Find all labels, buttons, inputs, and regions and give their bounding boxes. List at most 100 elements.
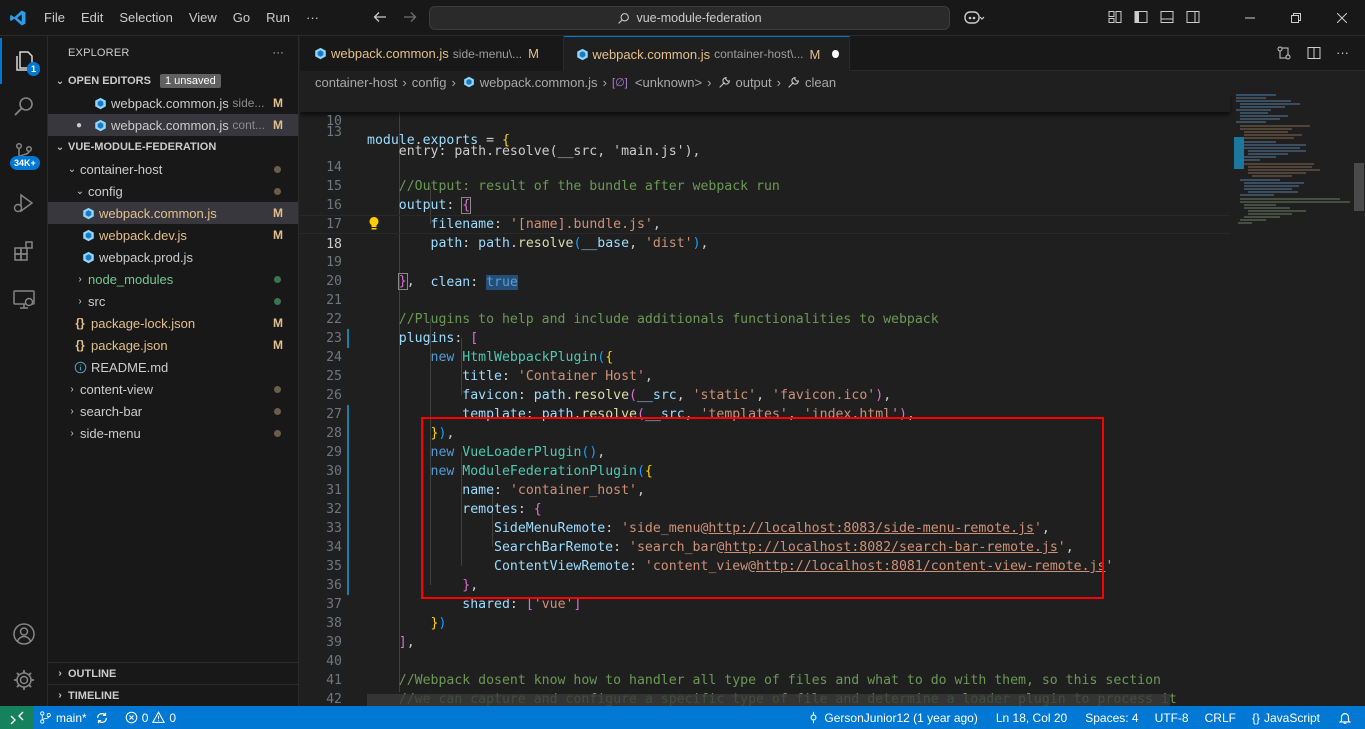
untracked-dot xyxy=(274,276,281,283)
json-file-icon: {} xyxy=(75,316,85,330)
menu-run[interactable]: Run xyxy=(258,0,298,36)
breadcrumb-item[interactable]: config xyxy=(412,75,447,90)
minimize-icon[interactable] xyxy=(1227,0,1273,36)
extensions-icon[interactable] xyxy=(0,228,48,274)
chevron-down-icon: ⌄ xyxy=(75,185,85,197)
status-bar: main* 0 0 GersonJunior12 (1 year ago) Ln… xyxy=(0,706,1365,729)
menu-go[interactable]: Go xyxy=(225,0,258,36)
code-editor[interactable]: 10 module.exports = { 13 entry: path.res… xyxy=(300,93,1365,706)
unsaved-dot-icon[interactable]: ● xyxy=(76,120,92,131)
open-editors-header[interactable]: ⌄ OPEN EDITORS 1 unsaved xyxy=(48,70,298,92)
explorer-icon[interactable]: 1 xyxy=(0,38,48,84)
code-line: 17 path: path.resolve(__base, 'dist'), xyxy=(326,217,709,251)
tree-folder-side-menu[interactable]: › side-menu xyxy=(48,422,298,444)
menu-edit[interactable]: Edit xyxy=(73,0,111,36)
command-center-search[interactable]: vue-module-federation xyxy=(429,6,950,30)
end-of-line[interactable]: CRLF xyxy=(1200,711,1241,725)
webpack-file-icon xyxy=(80,227,96,243)
toggle-panel-icon[interactable] xyxy=(1159,9,1175,28)
breadcrumb-item[interactable]: clean xyxy=(805,75,836,90)
code-line: 26 template: path.resolve(__src, 'templa… xyxy=(326,388,915,422)
open-editor-item[interactable]: ● webpack.common.js cont... M xyxy=(48,114,298,136)
horizontal-scrollbar[interactable] xyxy=(367,694,1170,706)
encoding[interactable]: UTF-8 xyxy=(1150,711,1194,725)
tree-folder-content-view[interactable]: › content-view xyxy=(48,378,298,400)
chevron-down-icon: ⌄ xyxy=(67,163,77,175)
tab-webpack-common-container-host[interactable]: webpack.common.js container-host\... M xyxy=(564,36,850,71)
more-actions-button[interactable]: ··· xyxy=(272,47,284,59)
notifications-bell-icon[interactable] xyxy=(1333,711,1357,725)
code-line: 19 }, xyxy=(326,255,415,290)
chevron-right-icon: › xyxy=(70,383,74,395)
menu-bar: File Edit Selection View Go Run ··· xyxy=(36,0,327,36)
customize-layout-icon[interactable] xyxy=(1107,9,1123,28)
project-header[interactable]: ⌄ VUE-MODULE-FEDERATION xyxy=(48,136,298,158)
breadcrumb-item[interactable]: <unknown> xyxy=(635,75,702,90)
tab-webpack-common-side-menu[interactable]: webpack.common.js side-menu\... M xyxy=(300,36,564,71)
run-debug-icon[interactable] xyxy=(0,180,48,226)
open-changes-icon[interactable] xyxy=(1276,45,1292,64)
problems-status[interactable]: 0 0 xyxy=(120,711,181,725)
tree-folder-config[interactable]: ⌄ config xyxy=(48,180,298,202)
sticky-scroll-line[interactable]: 10 module.exports = { xyxy=(300,93,1230,148)
outline-header[interactable]: › OUTLINE xyxy=(48,662,299,684)
code-line: 39 xyxy=(326,635,342,650)
tree-file-package-json[interactable]: {} package.json M xyxy=(48,334,298,356)
remote-explorer-icon[interactable] xyxy=(0,276,48,322)
menu-file[interactable]: File xyxy=(36,0,73,36)
git-blame-status[interactable]: GersonJunior12 (1 year ago) xyxy=(802,711,982,725)
tree-file-webpack-prod[interactable]: webpack.prod.js xyxy=(48,246,298,268)
code-line: 27 }), xyxy=(326,407,455,441)
tree-file-readme[interactable]: README.md xyxy=(48,356,298,378)
menu-selection[interactable]: Selection xyxy=(111,0,180,36)
language-mode[interactable]: {} JavaScript xyxy=(1247,711,1325,725)
toggle-secondary-sidebar-icon[interactable] xyxy=(1185,9,1201,28)
chevron-down-icon: ⌄ xyxy=(55,75,65,87)
back-arrow-icon[interactable] xyxy=(372,9,388,30)
modified-dot xyxy=(274,408,281,415)
split-editor-icon[interactable] xyxy=(1306,45,1322,64)
breadcrumb-item[interactable]: webpack.common.js xyxy=(480,75,598,90)
indentation[interactable]: Spaces: 4 xyxy=(1080,711,1143,725)
forward-arrow-icon[interactable] xyxy=(402,9,418,30)
modified-dot xyxy=(274,386,281,393)
cursor-position[interactable]: Ln 18, Col 20 xyxy=(991,711,1072,725)
more-actions-icon[interactable]: ··· xyxy=(1336,45,1349,64)
source-control-icon[interactable]: 34K+ xyxy=(0,130,48,176)
tree-folder-search-bar[interactable]: › search-bar xyxy=(48,400,298,422)
unsaved-dot-icon[interactable] xyxy=(832,50,839,58)
webpack-file-icon xyxy=(80,205,96,221)
breadcrumb-item[interactable]: output xyxy=(735,75,771,90)
git-commit-icon xyxy=(810,711,817,724)
menu-more[interactable]: ··· xyxy=(298,0,327,36)
activity-bar: 1 34K+ xyxy=(0,36,48,706)
copilot-icon[interactable] xyxy=(963,9,985,27)
code-line: 23 new HtmlWebpackPlugin({ xyxy=(326,331,614,365)
vertical-scrollbar[interactable] xyxy=(1352,93,1365,706)
sync-icon[interactable] xyxy=(95,711,109,725)
explorer-sidebar: EXPLORER ··· ⌄ OPEN EDITORS 1 unsaved we… xyxy=(48,36,299,706)
manage-gear-icon[interactable] xyxy=(0,657,48,703)
close-window-icon[interactable] xyxy=(1319,0,1365,36)
tree-file-package-lock[interactable]: {} package-lock.json M xyxy=(48,312,298,334)
tree-file-webpack-common[interactable]: webpack.common.js M xyxy=(48,202,298,224)
menu-view[interactable]: View xyxy=(181,0,225,36)
breadcrumb-item[interactable]: container-host xyxy=(315,75,397,90)
json-file-icon: {} xyxy=(75,338,85,352)
remote-indicator-icon[interactable] xyxy=(0,706,34,729)
tree-folder-src[interactable]: › src xyxy=(48,290,298,312)
accounts-icon[interactable] xyxy=(0,611,48,657)
code-line: 21 //Plugins to help and include additio… xyxy=(326,293,939,327)
branch-status[interactable]: main* xyxy=(34,711,114,725)
webpack-file-icon xyxy=(576,46,589,62)
scrollbar-thumb[interactable] xyxy=(1354,163,1364,211)
timeline-header[interactable]: › TIMELINE xyxy=(48,684,299,706)
restore-icon[interactable] xyxy=(1273,0,1319,36)
minimap[interactable] xyxy=(1230,93,1350,706)
tree-file-webpack-dev[interactable]: webpack.dev.js M xyxy=(48,224,298,246)
tree-folder-container-host[interactable]: ⌄ container-host xyxy=(48,158,298,180)
search-icon[interactable] xyxy=(0,84,48,130)
toggle-primary-sidebar-icon[interactable] xyxy=(1133,9,1149,28)
tree-folder-node-modules[interactable]: › node_modules xyxy=(48,268,298,290)
open-editor-item[interactable]: webpack.common.js side... M xyxy=(48,92,298,114)
